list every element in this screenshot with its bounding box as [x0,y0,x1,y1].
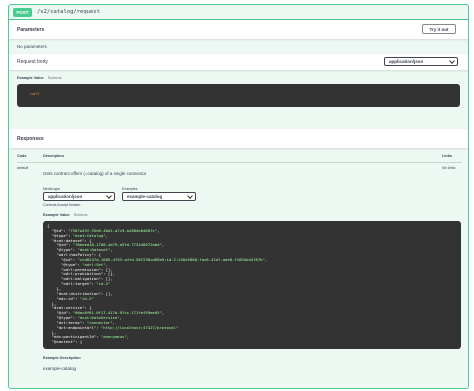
operation-block: POST /v2/catalog/request Parameters Try … [8,4,469,389]
parameters-title: Parameters [17,26,45,33]
media-type-value: application/json [48,194,83,199]
request-example-null: null [30,90,40,96]
col-description-header: Description [43,154,64,158]
example-description-value: example-catalog [43,366,77,371]
chevron-down-icon [106,192,112,199]
request-example-tabs: Example Value Schema [17,76,62,80]
request-example-code[interactable]: null [17,84,460,107]
code-line: "@context": { [51,339,83,345]
request-content-type-select[interactable]: application/json [384,57,458,66]
chevron-down-icon [449,57,455,64]
tab-example-value[interactable]: Example Value [17,76,44,80]
tab-schema[interactable]: Schema [74,213,88,217]
responses-title: Responses [17,135,44,142]
examples-label: Examples [122,187,138,191]
try-it-out-button[interactable]: Try it out [422,24,456,34]
response-example-code[interactable]: { "@id": "7587a43f-55e6-46d1-a7c9-a2884e… [43,221,461,349]
no-parameters-text: No parameters [17,44,47,49]
responses-header: Responses [9,129,468,148]
media-type-select[interactable]: application/json [43,192,115,201]
media-type-label: Media type [43,187,61,191]
examples-select[interactable]: example-catalog [122,192,196,201]
operation-summary[interactable]: POST /v2/catalog/request [9,5,468,20]
operation-path: /v2/catalog/request [37,9,100,15]
response-description: Gets contract offers (=catalog) of a sin… [43,171,147,176]
table-divider [17,162,462,163]
col-links-header: Links [442,154,452,158]
chevron-down-icon [187,192,193,199]
tab-example-value[interactable]: Example Value [43,213,70,217]
examples-value: example-catalog [127,194,163,199]
tab-schema[interactable]: Schema [48,76,62,80]
example-description-title: Example Description [43,356,81,360]
response-code: default [17,166,29,170]
response-links: No links [442,166,456,170]
col-code-header: Code [17,154,27,158]
request-body-label: Request body [17,59,48,65]
request-body-header: Request body application/json [9,54,468,70]
controls-accept-text: Controls Accept header. [43,203,82,207]
request-content-type-value: application/json [389,59,424,64]
response-example-tabs: Example Value Schema [43,213,88,217]
method-badge: POST [13,7,32,17]
parameters-header: Parameters Try it out [9,20,468,39]
